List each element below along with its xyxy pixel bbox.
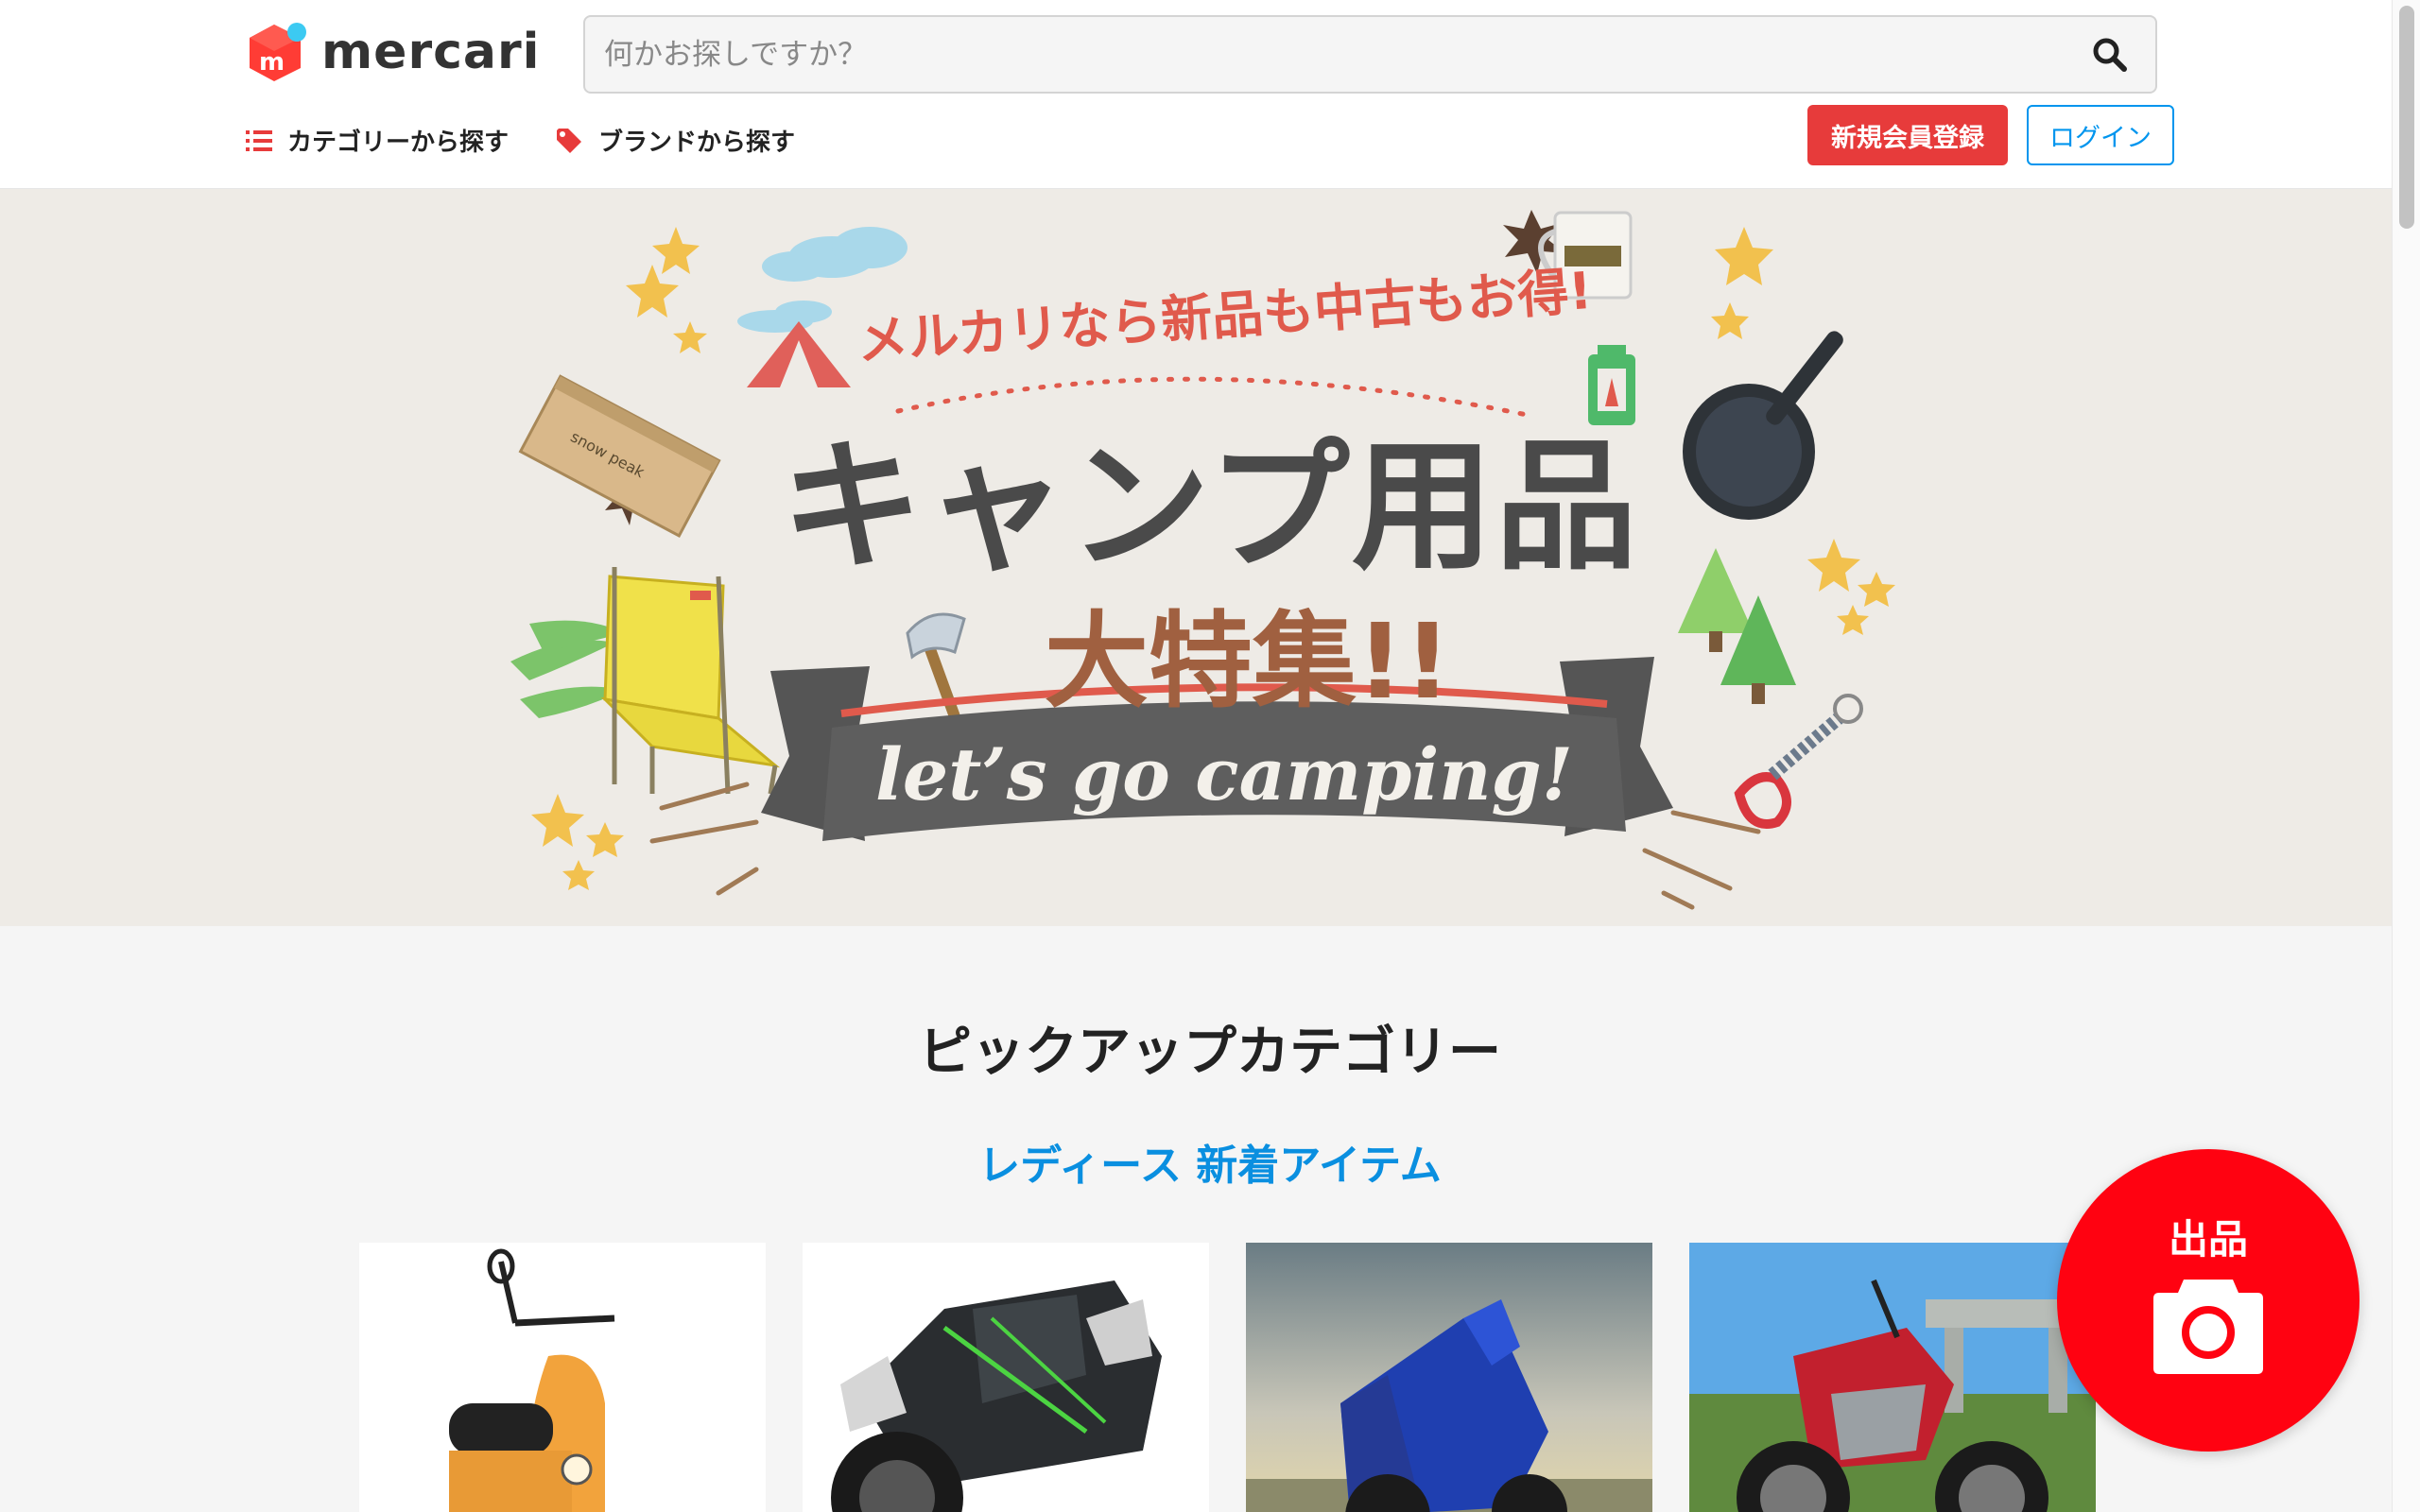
login-button[interactable]: ログイン [2027, 105, 2174, 165]
tree-icons [1678, 548, 1796, 704]
camera-icon [2153, 1280, 2263, 1374]
nav-brand-link[interactable]: ブランドから探す [555, 123, 795, 158]
svg-text:m: m [259, 48, 285, 77]
sell-button-label: 出品 [2168, 1216, 2248, 1263]
logo-wordmark: mercari [321, 24, 541, 80]
sell-button[interactable]: 出品 [2057, 1149, 2360, 1452]
black-sport-motorcycle-image [803, 1243, 1209, 1512]
camping-banner[interactable]: snow peak メルカリなら新品も中古もお得! キャンプ用品 大特集!! l… [0, 189, 2392, 926]
banner-subtitle: 大特集!! [1044, 601, 1452, 722]
search-input[interactable] [604, 17, 2022, 92]
item-card[interactable] [1246, 1243, 1652, 1512]
banner-title: キャンプ用品 [781, 425, 1639, 590]
ribbon-text: let’s go camping! [874, 732, 1574, 816]
nav-brand-label: ブランドから探す [598, 129, 796, 157]
orange-scooter-image [359, 1243, 766, 1512]
nav-category-link[interactable]: カテゴリーから探す [246, 123, 509, 158]
list-icon [246, 129, 272, 151]
mercari-logo[interactable]: m mercari [246, 21, 540, 83]
scrollbar-thumb[interactable] [2399, 6, 2414, 229]
carabiner-keychain-image [1734, 694, 1863, 829]
signup-button[interactable]: 新規会員登録 [1807, 105, 2008, 165]
mercari-cube-icon: m [250, 23, 306, 81]
item-card-row [359, 1243, 2096, 1512]
skillet-image [1683, 331, 1843, 520]
pickup-subtitle-link[interactable]: レディース 新着アイテム [0, 1131, 2420, 1192]
item-card[interactable] [803, 1243, 1209, 1512]
search-icon[interactable] [2091, 36, 2129, 74]
tag-icon [557, 128, 581, 153]
pickup-category-title: ピックアップカテゴリー [919, 1022, 1501, 1083]
snowpeak-box-image: snow peak [518, 374, 721, 538]
camping-chair-image [600, 567, 781, 795]
page-scrollbar[interactable] [2392, 0, 2420, 1512]
red-naked-motorcycle-image [1689, 1243, 2096, 1512]
item-card[interactable] [1689, 1243, 2096, 1512]
search-bar [583, 15, 2157, 94]
axe-icon [906, 612, 966, 731]
blue-sport-motorcycle-image [1246, 1243, 1652, 1512]
item-card[interactable] [359, 1243, 766, 1512]
site-header: m mercari カテゴリーから探す ブランドから探す 新規会員登録 ログイン [0, 0, 2420, 189]
nav-category-label: カテゴリーから探す [287, 129, 510, 157]
